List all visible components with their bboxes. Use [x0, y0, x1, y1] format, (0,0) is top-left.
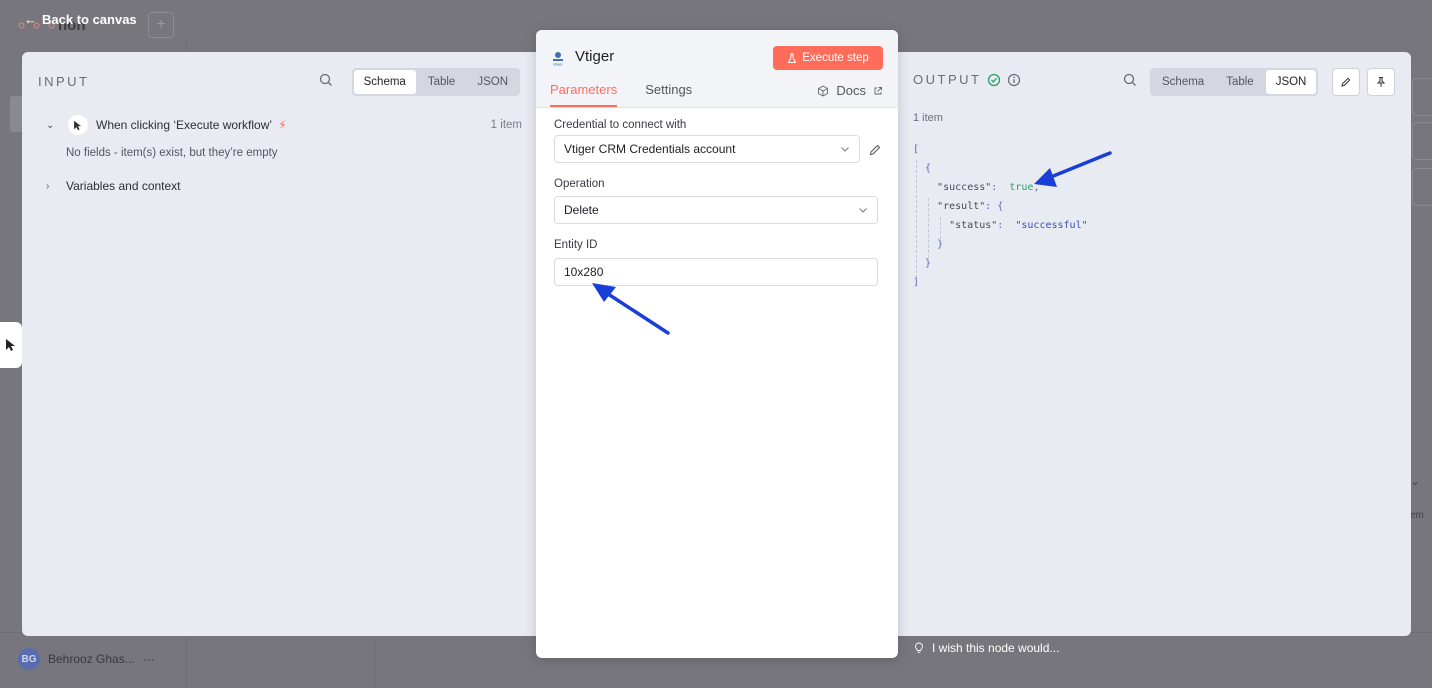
credential-value: Vtiger CRM Credentials account	[564, 142, 736, 156]
search-icon[interactable]	[318, 72, 334, 88]
pointer-icon	[68, 115, 88, 135]
json-output: [ { "success": true, "result": { "status…	[913, 140, 1088, 292]
lightning-icon: ⚡	[278, 118, 287, 132]
output-tab-schema[interactable]: Schema	[1152, 70, 1214, 94]
divider	[374, 636, 375, 688]
empty-fields-note: No fields - item(s) exist, but they’re e…	[66, 147, 278, 159]
svg-text:vtiger: vtiger	[553, 62, 563, 67]
output-panel-title: OUTPUT	[913, 72, 982, 87]
json-line: "result": {	[937, 201, 1004, 212]
background-text: em	[1410, 510, 1424, 521]
credential-label: Credential to connect with	[554, 119, 687, 131]
entity-id-label: Entity ID	[554, 239, 598, 251]
info-icon[interactable]	[1007, 73, 1021, 87]
json-key: "success"	[937, 182, 992, 193]
feedback-link[interactable]: I wish this node would...	[914, 641, 1059, 655]
lightbulb-icon	[915, 642, 923, 653]
feedback-label: I wish this node would...	[932, 641, 1060, 655]
trigger-label: When clicking ‘Execute workflow’	[96, 118, 273, 132]
edit-output-button[interactable]	[1332, 68, 1360, 96]
tab-settings[interactable]: Settings	[645, 82, 692, 107]
pin-icon	[1376, 77, 1386, 87]
output-tab-json[interactable]: JSON	[1265, 70, 1317, 94]
edit-credential-icon[interactable]	[868, 143, 882, 157]
trigger-node-row[interactable]: ⌄ When clicking ‘Execute workflow’ ⚡ 1 i…	[46, 115, 522, 135]
input-tab-schema[interactable]: Schema	[353, 70, 416, 94]
user-menu[interactable]: BG Behrooz Ghas... ···	[18, 648, 155, 670]
vtiger-logo-icon: vtiger	[553, 52, 564, 67]
input-panel-header: INPUT Schema Table JSON	[38, 68, 520, 96]
output-panel-header: OUTPUT	[913, 72, 1021, 87]
success-check-icon	[988, 73, 1001, 86]
back-to-canvas-link[interactable]: ← Back to canvas	[24, 12, 137, 27]
json-key: "result"	[937, 201, 986, 212]
cube-icon	[818, 84, 829, 97]
output-tab-table[interactable]: Table	[1216, 70, 1264, 94]
input-view-switcher: Schema Table JSON	[351, 68, 520, 96]
arrow-left-icon: ←	[24, 12, 37, 27]
item-count: 1 item	[490, 119, 522, 131]
json-indent-guide	[940, 217, 941, 239]
node-tabs: Parameters Settings	[550, 82, 692, 107]
operation-select[interactable]: Delete	[554, 196, 878, 224]
chevron-down-icon[interactable]: ⌄	[46, 120, 56, 131]
more-icon[interactable]: ···	[143, 652, 155, 666]
cursor-icon	[0, 322, 22, 368]
parameters-panel: vtiger Vtiger Execute step Parameters Se…	[536, 30, 898, 658]
credential-select[interactable]: Vtiger CRM Credentials account	[554, 135, 860, 163]
chevron-down-icon	[859, 208, 867, 213]
operation-value: Delete	[564, 203, 599, 217]
json-indent-guide	[928, 198, 929, 258]
execute-step-label: Execute step	[802, 52, 869, 64]
avatar: BG	[18, 648, 40, 670]
json-line: }	[913, 258, 932, 269]
chevron-down-icon	[841, 147, 849, 152]
json-indent-guide	[916, 160, 917, 278]
json-value-success: true	[1009, 182, 1034, 193]
execute-step-button[interactable]: Execute step	[773, 46, 883, 70]
back-to-canvas-label: Back to canvas	[42, 12, 137, 27]
pencil-icon	[1341, 77, 1351, 87]
json-value-status: "successful"	[1015, 220, 1088, 231]
json-line: {	[913, 163, 932, 174]
parameters-panel-header: vtiger Vtiger Execute step Parameters Se…	[536, 30, 898, 108]
variables-and-context-row[interactable]: › Variables and context	[46, 179, 181, 193]
docs-link[interactable]: Docs	[817, 83, 883, 98]
user-name: Behrooz Ghas...	[48, 652, 135, 666]
json-key: "status"	[949, 220, 998, 231]
input-panel-title: INPUT	[38, 73, 90, 89]
flask-icon	[787, 53, 797, 63]
tab-parameters[interactable]: Parameters	[550, 82, 618, 107]
output-view-switcher: Schema Table JSON	[1150, 68, 1319, 96]
docs-label: Docs	[836, 83, 866, 98]
output-item-count: 1 item	[913, 112, 943, 124]
external-link-icon	[874, 86, 882, 94]
input-tab-table[interactable]: Table	[418, 70, 466, 94]
json-line: "success": true,	[937, 182, 1040, 193]
pin-output-button[interactable]	[1367, 68, 1395, 96]
operation-label: Operation	[554, 178, 605, 190]
node-name[interactable]: Vtiger	[575, 48, 614, 65]
json-line: [	[913, 144, 920, 155]
chevron-right-icon[interactable]: ›	[46, 181, 56, 192]
variables-label: Variables and context	[66, 179, 181, 193]
chevron-down-icon: ⌄	[1410, 474, 1421, 488]
input-tab-json[interactable]: JSON	[467, 70, 518, 94]
entity-id-input[interactable]	[554, 258, 878, 286]
add-tab-button[interactable]: +	[148, 12, 174, 38]
json-line: ]	[913, 277, 920, 288]
search-icon[interactable]	[1122, 72, 1138, 88]
